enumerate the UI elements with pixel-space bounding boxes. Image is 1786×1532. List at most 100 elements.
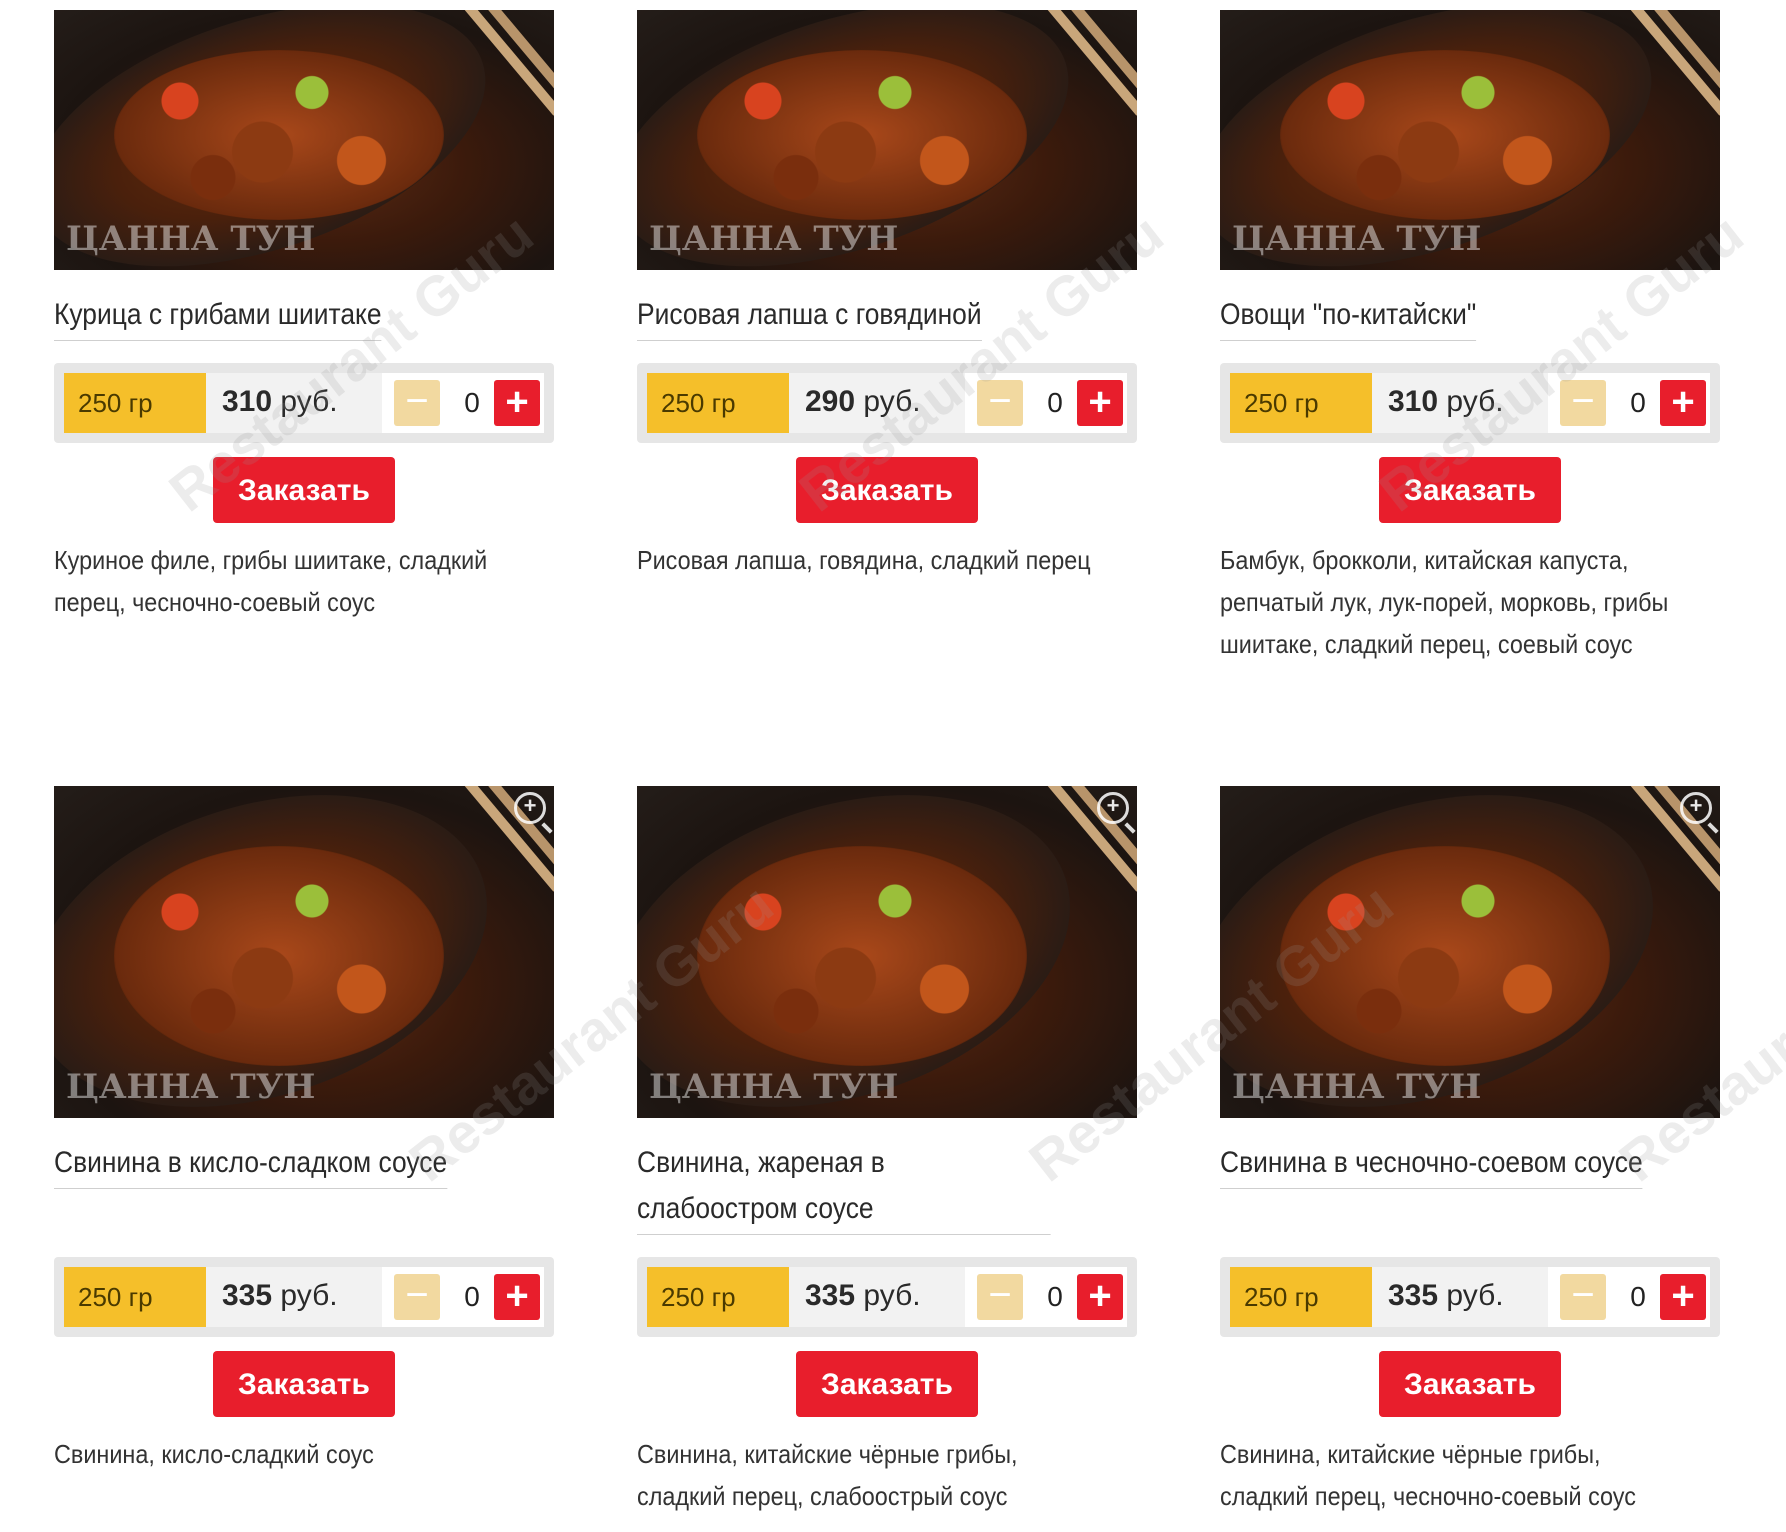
quantity-value[interactable]: 0 — [1618, 373, 1658, 433]
food-image — [1280, 50, 1610, 220]
food-image — [1280, 846, 1610, 1066]
order-button[interactable]: Заказать — [213, 457, 395, 523]
price-unit: руб. — [863, 1279, 921, 1312]
food-image — [114, 846, 444, 1066]
order-button[interactable]: Заказать — [1379, 1351, 1561, 1417]
quantity-value[interactable]: 0 — [1618, 1267, 1658, 1327]
photo-brand-logo: ЦАННА ТУН — [1232, 1067, 1482, 1107]
weight-badge: 250 гр — [1230, 1267, 1372, 1327]
price-value: 290 — [805, 385, 856, 418]
order-button[interactable]: Заказать — [213, 1351, 395, 1417]
zoom-in-icon[interactable] — [1680, 792, 1712, 824]
food-image — [114, 50, 444, 220]
dish-description: Куриное филе, грибы шиитаке, сладкий пер… — [54, 545, 488, 617]
photo-brand-logo: ЦАННА ТУН — [649, 1067, 899, 1107]
price-value: 310 — [1388, 385, 1439, 418]
plus-icon[interactable]: + — [1660, 1274, 1706, 1320]
weight-badge: 250 гр — [64, 1267, 206, 1327]
order-panel: 250 гр 335 руб. − 0 + — [637, 1257, 1137, 1337]
price-unit: руб. — [1446, 385, 1504, 418]
order-panel: 250 гр 310 руб. − 0 + — [54, 363, 554, 443]
price: 335 руб. — [1388, 1267, 1504, 1327]
food-image — [697, 50, 1027, 220]
minus-icon[interactable]: − — [394, 1274, 440, 1320]
price: 335 руб. — [805, 1267, 921, 1327]
quantity-stepper: − 0 + — [1548, 373, 1710, 433]
dish-title[interactable]: Овощи "по-китайски" — [1220, 292, 1477, 341]
price-unit: руб. — [280, 385, 338, 418]
price-unit: руб. — [280, 1279, 338, 1312]
order-panel-inner: 250 гр 335 руб. − 0 + — [647, 1267, 1127, 1327]
dish-description: Рисовая лапша, говядина, сладкий перец — [637, 545, 1091, 575]
order-panel-inner: 250 гр 310 руб. − 0 + — [1230, 373, 1710, 433]
weight-badge: 250 гр — [1230, 373, 1372, 433]
price-unit: руб. — [863, 385, 921, 418]
food-image — [697, 846, 1027, 1066]
price-value: 335 — [805, 1279, 856, 1312]
dish-description: Бамбук, брокколи, китайская капуста, реп… — [1220, 545, 1669, 659]
quantity-stepper: − 0 + — [965, 1267, 1127, 1327]
price: 310 руб. — [222, 373, 338, 433]
quantity-stepper: − 0 + — [1548, 1267, 1710, 1327]
dish-photo[interactable]: ЦАННА ТУН — [54, 10, 554, 270]
order-panel: 250 гр 310 руб. − 0 + — [1220, 363, 1720, 443]
menu-card: ЦАННА ТУН Рисовая лапша с говядиной 250 … — [637, 10, 1137, 581]
dish-photo[interactable]: ЦАННА ТУН — [54, 786, 554, 1118]
dish-title[interactable]: Свинина в чесночно-соевом соусе — [1220, 1140, 1643, 1189]
dish-photo[interactable]: ЦАННА ТУН — [637, 10, 1137, 270]
quantity-stepper: − 0 + — [382, 1267, 544, 1327]
order-panel: 250 гр 335 руб. − 0 + — [54, 1257, 554, 1337]
quantity-value[interactable]: 0 — [452, 373, 492, 433]
order-panel: 250 гр 290 руб. − 0 + — [637, 363, 1137, 443]
photo-brand-logo: ЦАННА ТУН — [649, 219, 899, 259]
plus-icon[interactable]: + — [494, 1274, 540, 1320]
photo-brand-logo: ЦАННА ТУН — [66, 219, 316, 259]
dish-photo[interactable]: ЦАННА ТУН — [1220, 10, 1720, 270]
minus-icon[interactable]: − — [394, 380, 440, 426]
order-button[interactable]: Заказать — [796, 457, 978, 523]
menu-card: ЦАННА ТУН Курица с грибами шиитаке 250 г… — [54, 10, 554, 623]
dish-photo[interactable]: ЦАННА ТУН — [637, 786, 1137, 1118]
minus-icon[interactable]: − — [977, 380, 1023, 426]
quantity-value[interactable]: 0 — [452, 1267, 492, 1327]
order-panel-inner: 250 гр 310 руб. − 0 + — [64, 373, 544, 433]
plus-icon[interactable]: + — [1077, 1274, 1123, 1320]
quantity-stepper: − 0 + — [382, 373, 544, 433]
menu-card: ЦАННА ТУН Свинина, жареная в слабоостром… — [637, 786, 1137, 1517]
quantity-stepper: − 0 + — [965, 373, 1127, 433]
menu-card: ЦАННА ТУН Свинина в чесночно-соевом соус… — [1220, 786, 1720, 1517]
menu-card: ЦАННА ТУН Овощи "по-китайски" 250 гр 310… — [1220, 10, 1720, 665]
dish-photo[interactable]: ЦАННА ТУН — [1220, 786, 1720, 1118]
order-panel-inner: 250 гр 290 руб. − 0 + — [647, 373, 1127, 433]
order-button[interactable]: Заказать — [796, 1351, 978, 1417]
zoom-in-icon[interactable] — [514, 792, 546, 824]
minus-icon[interactable]: − — [977, 1274, 1023, 1320]
dish-title[interactable]: Свинина, жареная в слабоостром соусе — [637, 1140, 1051, 1235]
order-button[interactable]: Заказать — [1379, 457, 1561, 523]
dish-title[interactable]: Курица с грибами шиитаке — [54, 292, 382, 341]
photo-brand-logo: ЦАННА ТУН — [66, 1067, 316, 1107]
weight-badge: 250 гр — [647, 1267, 789, 1327]
quantity-value[interactable]: 0 — [1035, 1267, 1075, 1327]
photo-brand-logo: ЦАННА ТУН — [1232, 219, 1482, 259]
dish-title[interactable]: Рисовая лапша с говядиной — [637, 292, 982, 341]
plus-icon[interactable]: + — [1077, 380, 1123, 426]
price-value: 310 — [222, 385, 273, 418]
quantity-value[interactable]: 0 — [1035, 373, 1075, 433]
minus-icon[interactable]: − — [1560, 1274, 1606, 1320]
zoom-in-icon[interactable] — [1097, 792, 1129, 824]
price-value: 335 — [1388, 1279, 1439, 1312]
dish-title[interactable]: Свинина в кисло-сладком соусе — [54, 1140, 448, 1189]
price-value: 335 — [222, 1279, 273, 1312]
order-panel-inner: 250 гр 335 руб. − 0 + — [1230, 1267, 1710, 1327]
weight-badge: 250 гр — [647, 373, 789, 433]
dish-description: Свинина, китайские чёрные грибы, сладкий… — [637, 1439, 1018, 1511]
dish-description: Свинина, кисло-сладкий соус — [54, 1439, 374, 1469]
weight-badge: 250 гр — [64, 373, 206, 433]
dish-description: Свинина, китайские чёрные грибы, сладкий… — [1220, 1439, 1636, 1511]
minus-icon[interactable]: − — [1560, 380, 1606, 426]
plus-icon[interactable]: + — [494, 380, 540, 426]
plus-icon[interactable]: + — [1660, 380, 1706, 426]
